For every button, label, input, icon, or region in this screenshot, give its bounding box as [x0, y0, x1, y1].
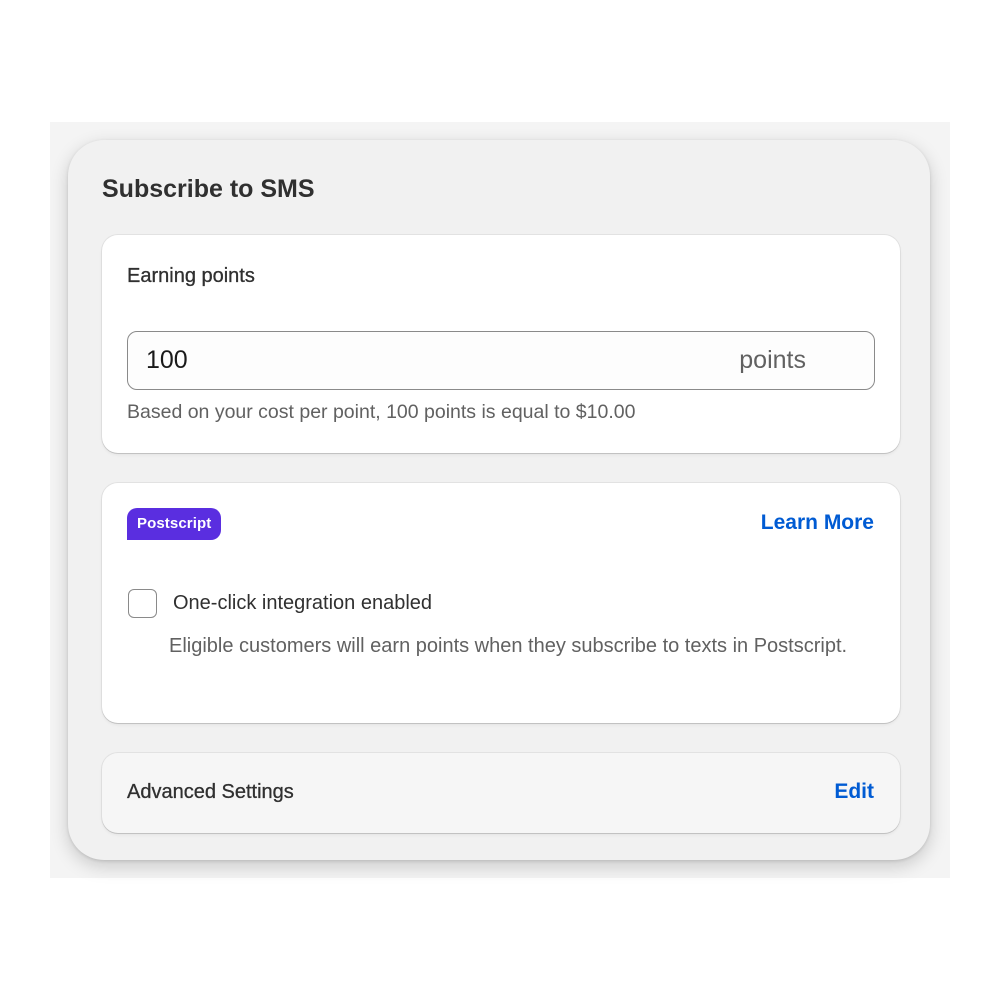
earning-points-card: Earning points points Based on your cost…	[102, 235, 900, 453]
postscript-card: Postscript Learn More One-click integrat…	[102, 483, 900, 723]
points-suffix: points	[739, 346, 806, 374]
advanced-settings-label: Advanced Settings	[127, 781, 294, 803]
earning-points-heading: Earning points	[127, 265, 255, 287]
points-field: points	[127, 331, 875, 390]
subscribe-sms-panel: Subscribe to SMS Earning points points B…	[68, 140, 930, 860]
points-help-text: Based on your cost per point, 100 points…	[127, 401, 636, 423]
integration-help-text: Eligible customers will earn points when…	[169, 635, 848, 657]
integration-checkbox-label[interactable]: One-click integration enabled	[173, 592, 432, 615]
points-input[interactable]	[146, 342, 706, 378]
panel-title: Subscribe to SMS	[102, 175, 315, 203]
learn-more-link[interactable]: Learn More	[761, 511, 874, 535]
advanced-settings-card[interactable]: Advanced Settings Edit	[102, 753, 900, 833]
postscript-badge: Postscript	[127, 508, 222, 540]
edit-advanced-settings-link[interactable]: Edit	[834, 780, 874, 804]
integration-checkbox[interactable]	[128, 589, 157, 618]
